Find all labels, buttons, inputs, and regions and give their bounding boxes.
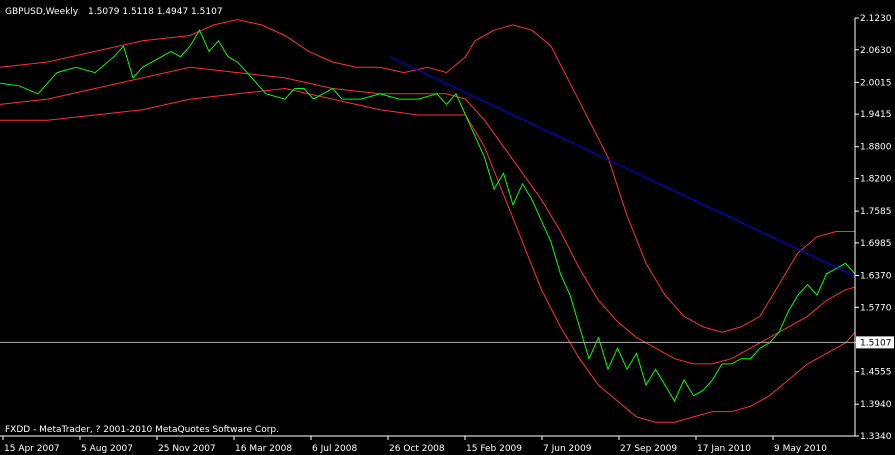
y-tick-label: 2.0015 <box>860 78 892 88</box>
x-tick-label: 7 Jun 2009 <box>543 444 592 454</box>
copyright-label: FXDD - MetaTrader, ? 2001-2010 MetaQuote… <box>5 425 279 435</box>
y-tick-label: 1.5770 <box>860 303 892 313</box>
price-chart[interactable]: 2.1230 2.0630 2.0015 1.9415 1.8800 1.8200 1.75… <box>0 0 895 455</box>
x-tick-label: 26 Oct 2008 <box>389 444 445 454</box>
y-tick-label: 1.9415 <box>860 110 892 120</box>
y-tick-label: 1.6985 <box>860 239 892 249</box>
y-tick-label: 2.0630 <box>860 46 892 56</box>
y-tick-label: 1.6370 <box>860 271 892 281</box>
x-tick-label: 25 Nov 2007 <box>158 444 216 454</box>
y-tick-label: 1.3340 <box>860 432 892 442</box>
x-tick-label: 17 Jan 2010 <box>697 444 751 454</box>
chart-background <box>0 0 895 455</box>
chart-symbol-label: GBPUSD,Weekly <box>5 7 79 17</box>
x-tick-label: 6 Jul 2008 <box>312 444 357 454</box>
x-tick-label: 15 Feb 2009 <box>466 444 522 454</box>
x-tick-label: 16 Mar 2008 <box>235 444 292 454</box>
y-tick-label: 2.1230 <box>860 14 892 24</box>
y-tick-label: 1.8800 <box>860 143 892 153</box>
y-tick-label: 1.4555 <box>860 368 892 378</box>
chart-ohlc-label: 1.5079 1.5118 1.4947 1.5107 <box>88 7 223 17</box>
x-tick-label: 27 Sep 2009 <box>620 444 677 454</box>
x-tick-label: 5 Aug 2007 <box>81 444 133 454</box>
y-tick-label: 1.3940 <box>860 400 892 410</box>
x-tick-label: 9 May 2010 <box>774 444 827 454</box>
y-tick-label: 1.7585 <box>860 207 892 217</box>
x-tick-label: 15 Apr 2007 <box>4 444 60 454</box>
current-price-label: 1.5107 <box>860 338 892 348</box>
y-tick-label: 1.8200 <box>860 175 892 185</box>
